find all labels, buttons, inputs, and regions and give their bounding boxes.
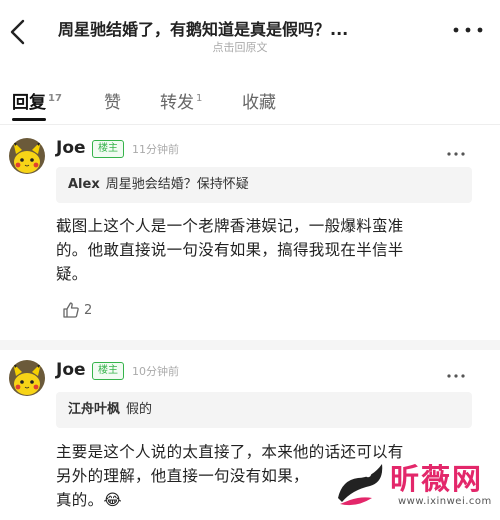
more-icon bbox=[447, 152, 465, 156]
quoted-reply[interactable]: 江舟叶枫 假的 bbox=[56, 392, 472, 428]
tab-reposts-label: 转发 bbox=[160, 93, 194, 113]
tab-replies-count: 17 bbox=[48, 93, 62, 105]
post-subtitle[interactable]: 点击回原文 bbox=[0, 39, 480, 55]
thumbs-up-icon bbox=[63, 302, 79, 318]
tab-bar: 回复 17 赞 转发 1 收藏 bbox=[0, 80, 500, 125]
comment-more-button[interactable] bbox=[446, 144, 466, 156]
tab-replies[interactable]: 回复 17 bbox=[12, 88, 62, 113]
author-name[interactable]: Joe bbox=[56, 360, 86, 380]
more-button[interactable] bbox=[448, 20, 488, 40]
like-button[interactable]: 2 bbox=[62, 301, 92, 321]
tab-likes-label: 赞 bbox=[104, 93, 121, 113]
tab-reposts[interactable]: 转发 1 bbox=[160, 88, 202, 113]
quoted-reply[interactable]: Alex 周星驰会结婚？保持怀疑 bbox=[56, 167, 472, 203]
comment-text: 截图上这个人是一个老牌香港娱记，一般爆料蛮准 的。他敢直接说一句没有如果，搞得我… bbox=[56, 214, 476, 286]
tab-favorites[interactable]: 收藏 bbox=[242, 88, 276, 113]
comment-item: Joe 楼主 11分钟前 Alex 周星驰会结婚？保持怀疑 截图上这个人是一个老牌… bbox=[0, 138, 500, 338]
avatar[interactable] bbox=[9, 138, 45, 174]
comment-line: 的。他敢直接说一句没有如果，搞得我现在半信半 bbox=[56, 241, 404, 259]
op-badge: 楼主 bbox=[92, 140, 124, 158]
quoted-author: 江舟叶枫 bbox=[68, 402, 121, 417]
comment-more-button[interactable] bbox=[446, 366, 466, 378]
tab-replies-label: 回复 bbox=[12, 93, 46, 113]
op-badge: 楼主 bbox=[92, 362, 124, 380]
top-bar: 周星驰结婚了，有鹅知道是真是假吗？... 点击回原文 bbox=[0, 0, 500, 62]
more-icon bbox=[447, 374, 465, 378]
comment-line: 截图上这个人是一个老牌香港娱记，一般爆料蛮准 bbox=[56, 217, 404, 235]
like-count: 2 bbox=[84, 303, 93, 318]
watermark-logo-icon bbox=[338, 464, 383, 506]
watermark-text: 昕薇网 bbox=[390, 462, 484, 496]
avatar[interactable] bbox=[9, 360, 45, 396]
tab-reposts-count: 1 bbox=[196, 93, 203, 105]
comment-time: 10分钟前 bbox=[132, 365, 179, 378]
pikachu-avatar-icon bbox=[9, 360, 45, 396]
comment-line: 疑。 bbox=[56, 265, 88, 283]
tab-favorites-label: 收藏 bbox=[242, 93, 276, 113]
section-divider bbox=[0, 340, 500, 350]
quoted-text: 假的 bbox=[126, 402, 153, 417]
site-watermark: 昕薇网 www.ixinwei.com bbox=[330, 446, 500, 520]
comment-time: 11分钟前 bbox=[132, 143, 179, 156]
post-title[interactable]: 周星驰结婚了，有鹅知道是真是假吗？... bbox=[58, 16, 418, 40]
pikachu-avatar-icon bbox=[9, 138, 45, 174]
watermark-url: www.ixinwei.com bbox=[398, 496, 492, 507]
quoted-text: 周星驰会结婚？保持怀疑 bbox=[105, 177, 249, 192]
active-tab-indicator bbox=[12, 118, 46, 121]
more-icon bbox=[453, 27, 483, 33]
tab-likes[interactable]: 赞 bbox=[104, 88, 121, 113]
quoted-author: Alex bbox=[68, 177, 100, 192]
author-name[interactable]: Joe bbox=[56, 138, 86, 158]
